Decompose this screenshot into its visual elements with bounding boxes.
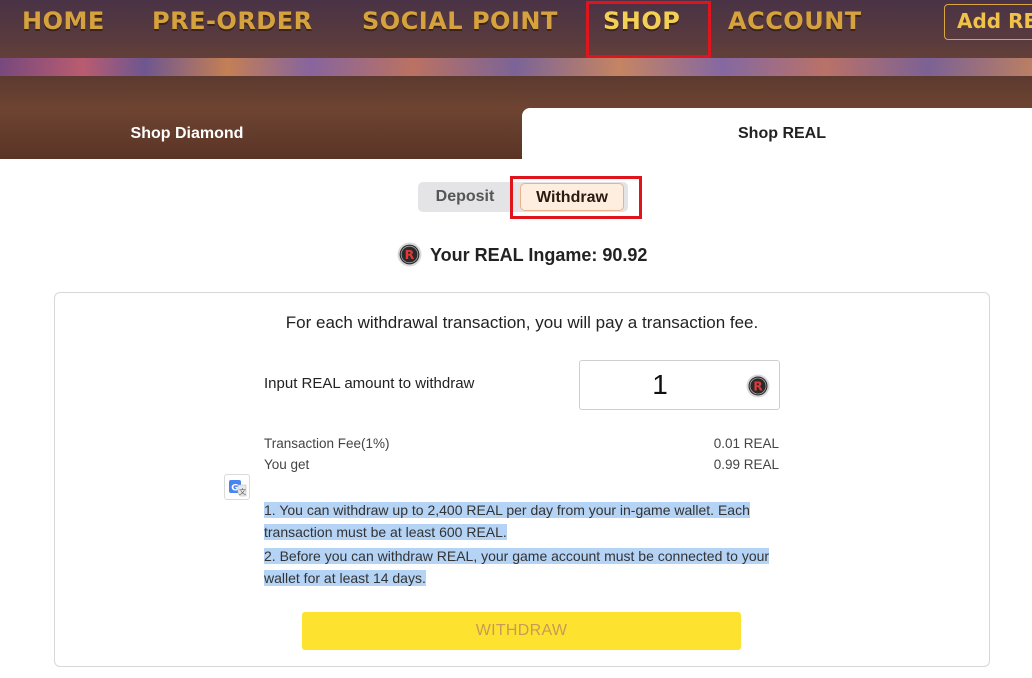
decorative-banner-strip [0, 58, 1032, 76]
amount-label: Input REAL amount to withdraw [264, 375, 475, 392]
svg-text:G: G [231, 484, 238, 494]
transaction-fee-label: Transaction Fee(1%) [264, 436, 390, 451]
nav-account[interactable]: ACCOUNT [728, 6, 862, 36]
you-get-value: 0.99 REAL [713, 457, 779, 472]
withdraw-highlight-box [510, 176, 642, 219]
shop-highlight-box [586, 1, 711, 58]
amount-input-value[interactable]: 1 [600, 368, 720, 402]
you-get-label: You get [264, 457, 310, 472]
add-real-button[interactable]: Add RE [944, 4, 1032, 40]
withdraw-card [54, 292, 990, 667]
nav-pre-order[interactable]: PRE-ORDER [152, 6, 313, 36]
deposit-toggle-button[interactable]: Deposit [418, 182, 512, 212]
translate-icon[interactable]: G 文 [224, 474, 250, 500]
withdraw-rules: 1. You can withdraw up to 2,400 REAL per… [264, 499, 784, 591]
rule-item: 2. Before you can withdraw REAL, your ga… [264, 548, 770, 586]
svg-text:文: 文 [239, 487, 246, 496]
withdraw-submit-button[interactable]: WITHDRAW [302, 612, 741, 650]
transaction-fee-value: 0.01 REAL [713, 436, 779, 451]
tab-shop-diamond[interactable]: Shop Diamond [0, 108, 374, 159]
tab-shop-real[interactable]: Shop REAL [522, 108, 1032, 159]
real-token-icon: R [746, 374, 770, 398]
real-balance-text: Your REAL Ingame: 90.92 [430, 245, 648, 265]
nav-social-point[interactable]: SOCIAL POINT [362, 6, 558, 36]
real-token-icon: R [397, 242, 422, 267]
svg-text:R: R [753, 379, 762, 393]
svg-text:R: R [405, 247, 415, 262]
nav-home[interactable]: HOME [22, 6, 105, 36]
rule-item: 1. You can withdraw up to 2,400 REAL per… [264, 502, 750, 540]
fee-notice: For each withdrawal transaction, you wil… [285, 313, 759, 332]
